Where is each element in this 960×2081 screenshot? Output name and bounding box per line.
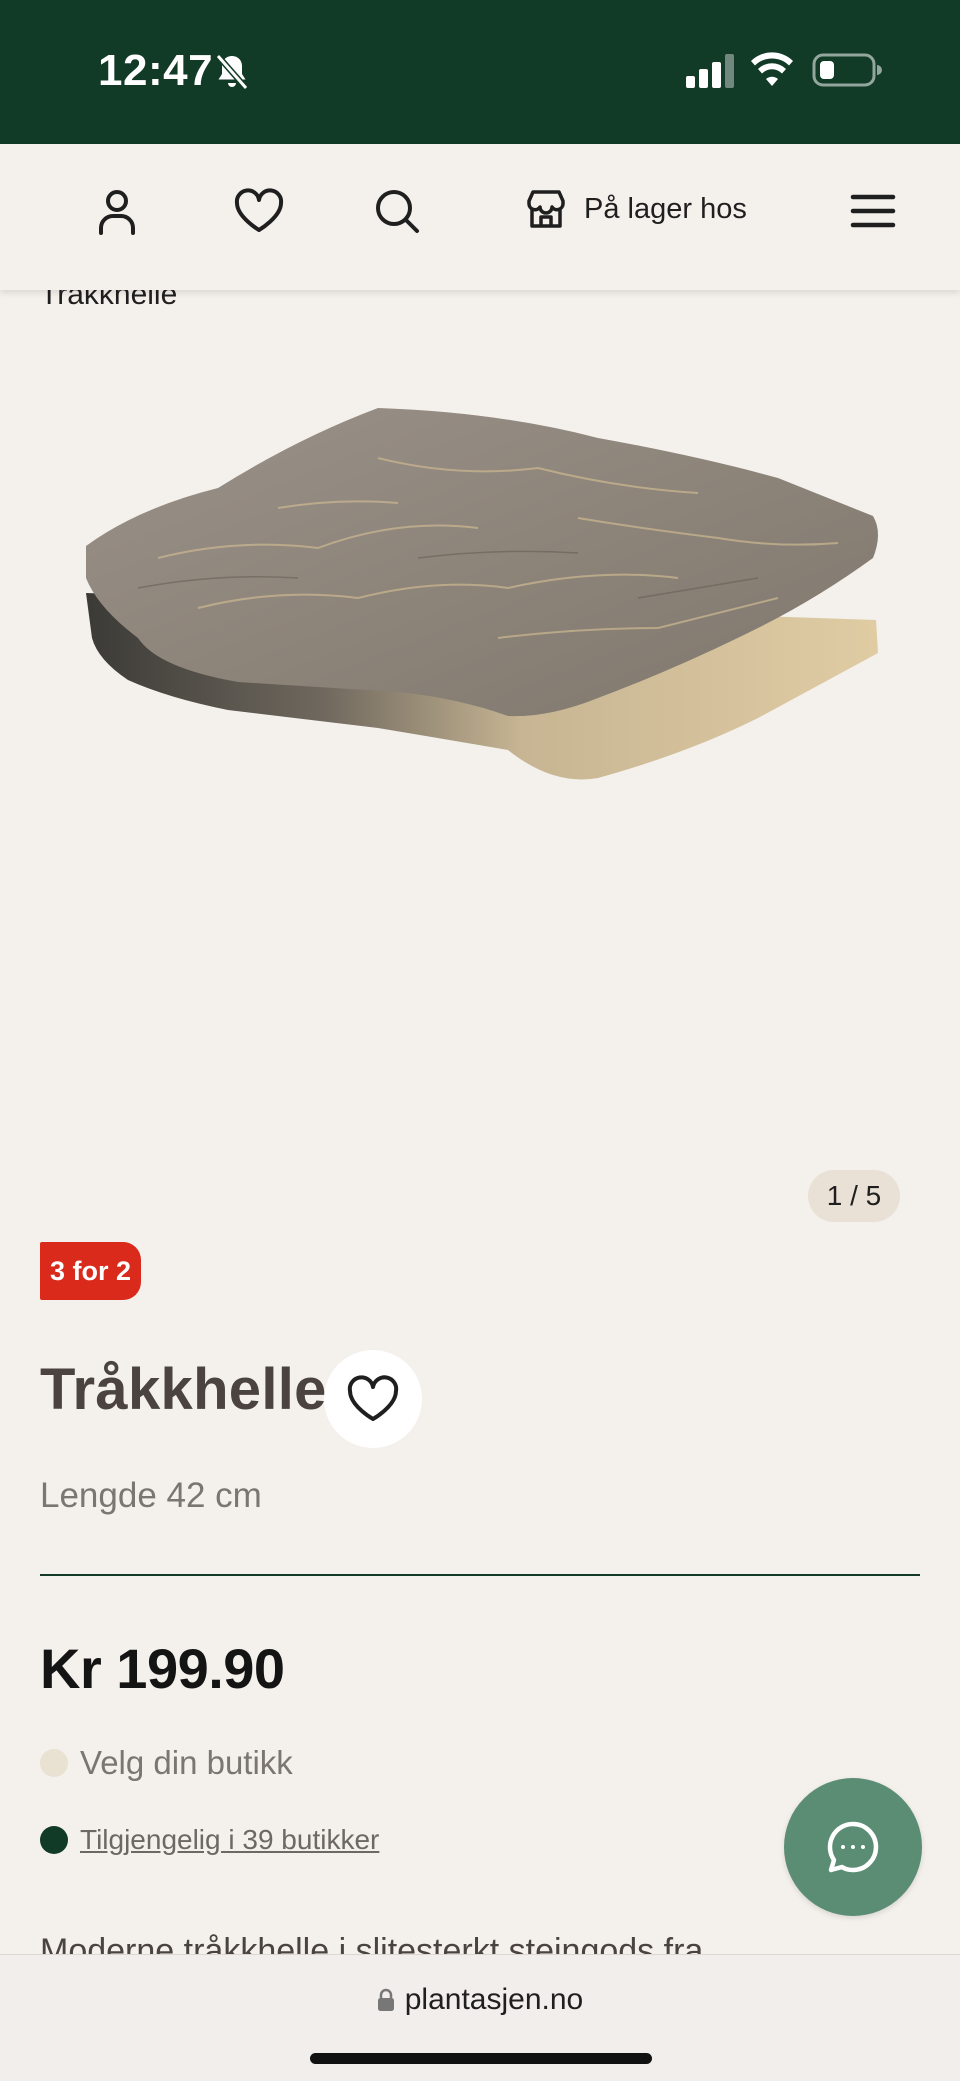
availability: Tilgjengelig i 39 butikker — [40, 1824, 379, 1856]
lock-icon — [377, 1988, 394, 2011]
menu-icon — [850, 194, 896, 228]
search-icon — [376, 190, 419, 233]
bell-slash-icon — [215, 54, 249, 90]
user-icon — [99, 190, 135, 235]
top-navigation: På lager hos — [0, 144, 960, 290]
product-title: Tråkkhelle — [40, 1357, 327, 1422]
store-icon — [527, 190, 565, 228]
heart-icon — [234, 188, 284, 232]
search-button[interactable] — [362, 176, 432, 246]
divider — [40, 1574, 920, 1576]
heart-icon — [347, 1375, 399, 1421]
promo-badge: 3 for 2 — [40, 1242, 142, 1300]
account-button[interactable] — [82, 176, 152, 246]
signal-icon — [686, 54, 734, 88]
store-status-dot — [40, 1749, 68, 1777]
status-time: 12:47 — [98, 46, 214, 95]
product-price: Kr 199.90 — [40, 1637, 285, 1700]
availability-link[interactable]: Tilgjengelig i 39 butikker — [80, 1824, 379, 1856]
status-bar: 12:47 — [0, 0, 960, 144]
product-image[interactable] — [78, 398, 878, 788]
home-indicator[interactable] — [310, 2053, 652, 2064]
chat-button[interactable] — [784, 1778, 922, 1916]
wishlist-button[interactable] — [224, 176, 294, 246]
availability-dot — [40, 1826, 68, 1854]
url-display[interactable]: plantasjen.no — [0, 1983, 960, 2017]
wifi-icon — [751, 52, 793, 86]
browser-url-bar[interactable]: plantasjen.no — [0, 1954, 960, 2081]
store-stock-button[interactable]: På lager hos — [524, 174, 747, 244]
product-subtitle: Lengde 42 cm — [40, 1476, 262, 1515]
image-counter: 1 / 5 — [808, 1170, 900, 1222]
select-store-button[interactable]: Velg din butikk — [40, 1744, 293, 1782]
battery-icon — [812, 53, 882, 87]
store-stock-label: På lager hos — [584, 192, 747, 225]
url-text: plantasjen.no — [404, 1983, 584, 2016]
favorite-button[interactable] — [324, 1350, 422, 1448]
menu-button[interactable] — [838, 176, 908, 246]
select-store-label: Velg din butikk — [80, 1744, 293, 1781]
chat-icon — [827, 1821, 879, 1873]
